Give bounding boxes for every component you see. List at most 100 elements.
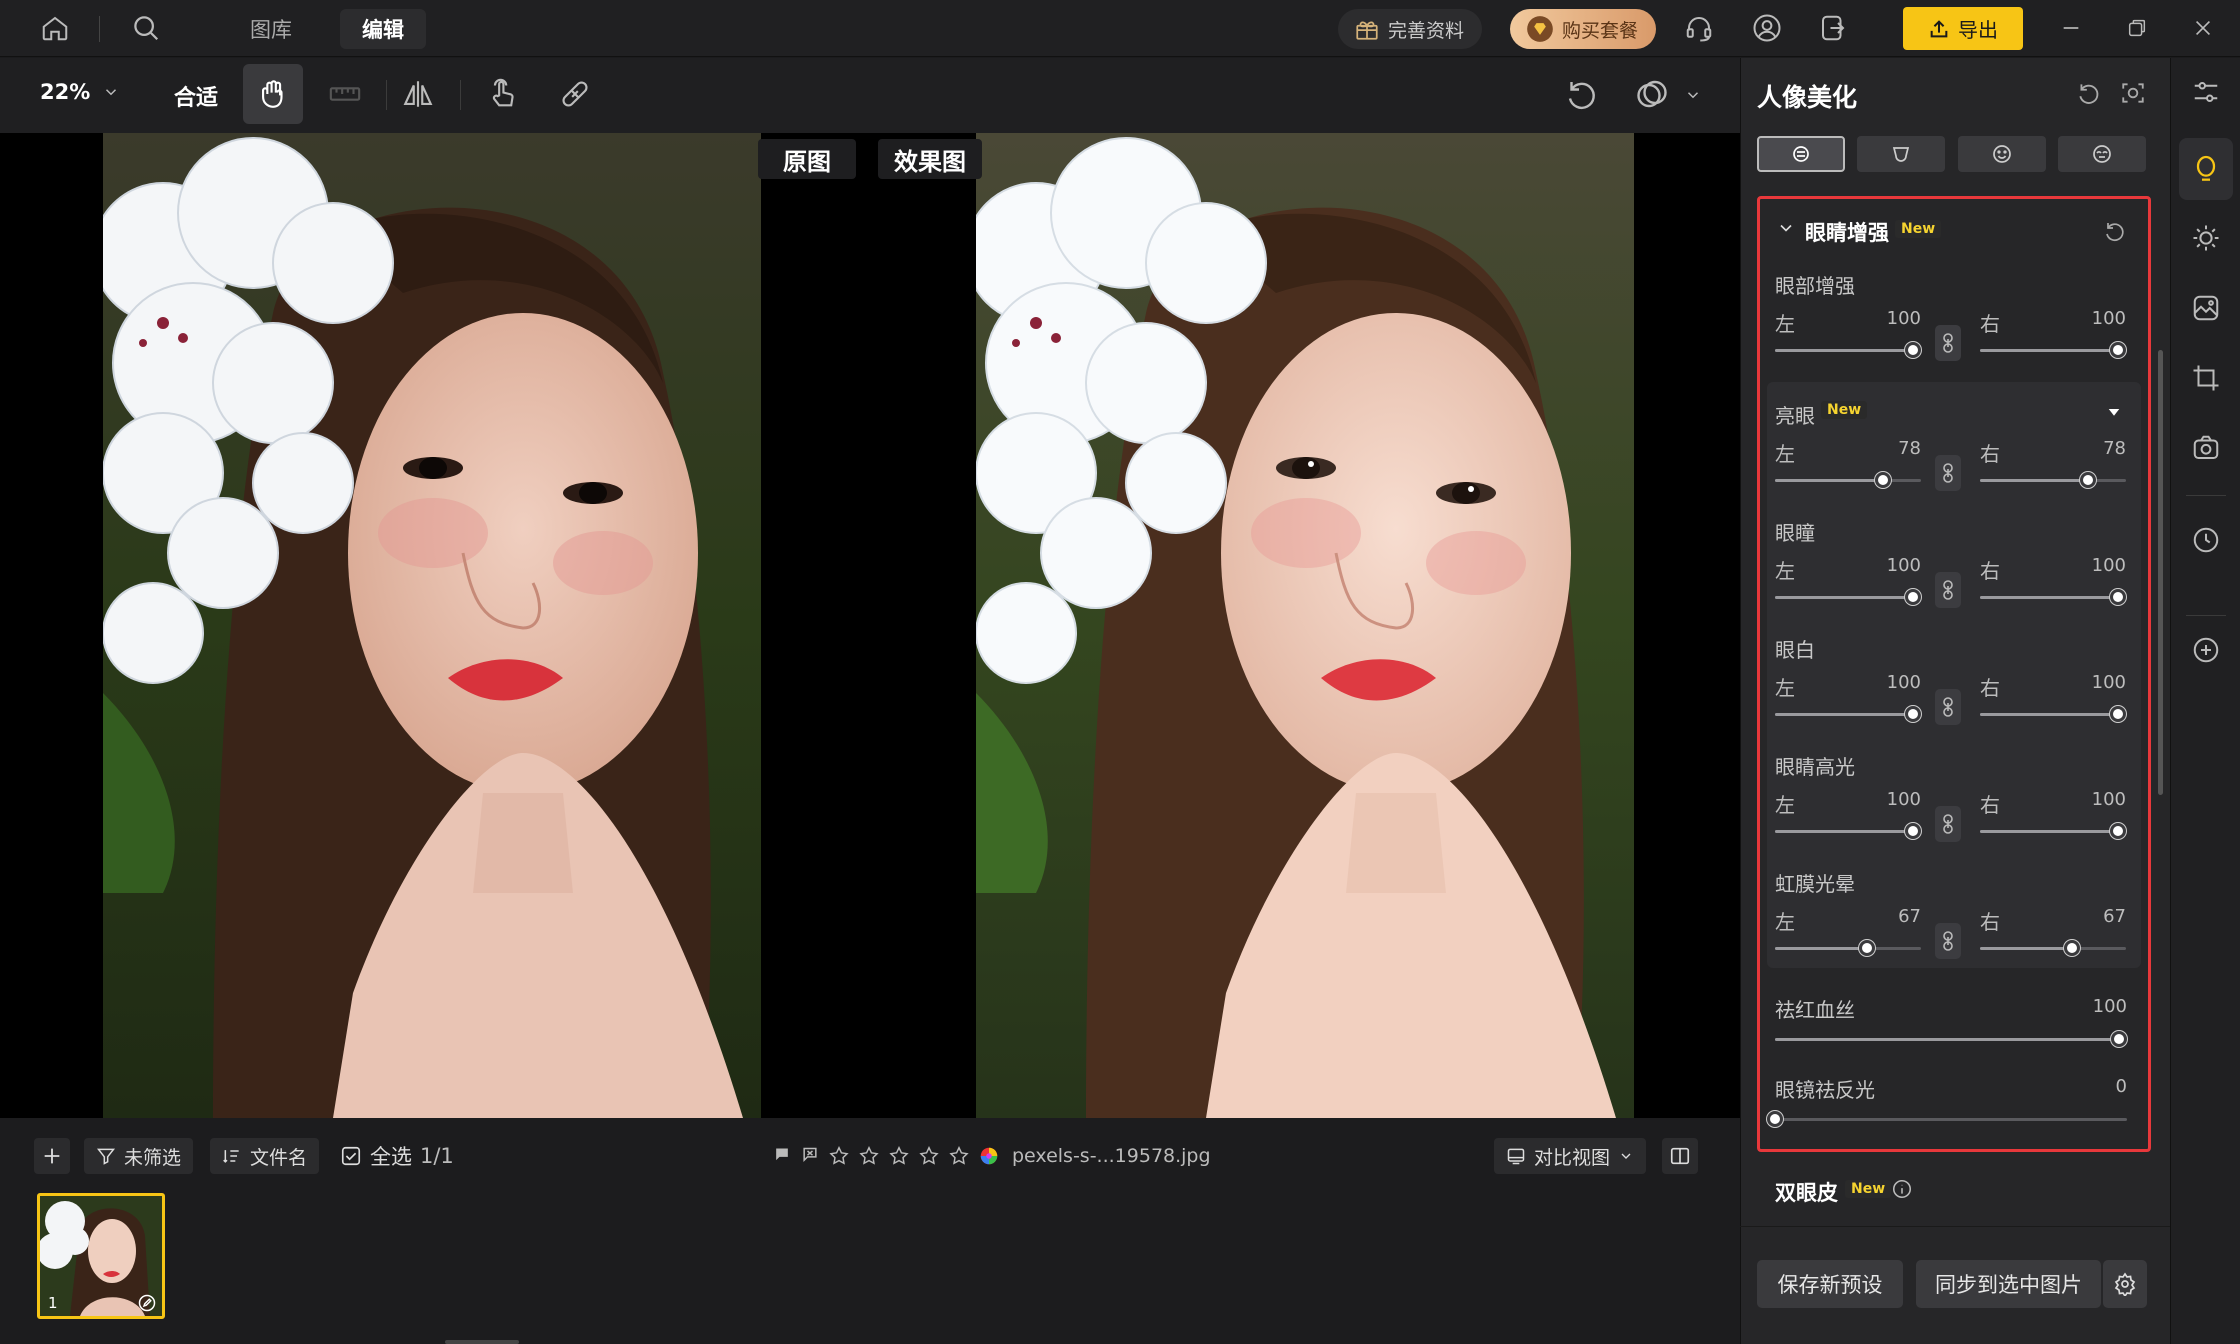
top-bar: 图库 编辑 完善资料 购买套餐 导出 xyxy=(0,0,2240,57)
left-slider-track[interactable] xyxy=(1775,830,1921,833)
slider-knob[interactable] xyxy=(1767,1111,1783,1127)
star-icon[interactable] xyxy=(888,1145,910,1167)
link-icon[interactable] xyxy=(1935,689,1961,725)
tab-library[interactable]: 图库 xyxy=(228,9,314,49)
reject-flag-icon[interactable] xyxy=(800,1146,820,1166)
history-icon[interactable] xyxy=(2186,520,2226,560)
right-slider-track[interactable] xyxy=(1980,349,2126,352)
user-icon[interactable] xyxy=(1748,9,1786,47)
hand-tool-icon[interactable] xyxy=(243,64,303,124)
right-slider-knob[interactable] xyxy=(2110,706,2126,722)
ruler-icon[interactable] xyxy=(315,64,375,124)
right-slider-knob[interactable] xyxy=(2110,589,2126,605)
sync-button[interactable]: 同步到选中图片 xyxy=(1916,1260,2101,1308)
slider-track[interactable] xyxy=(1775,1038,2127,1041)
left-slider-track[interactable] xyxy=(1775,479,1921,482)
restore-icon[interactable] xyxy=(2118,9,2156,47)
left-label: 左 xyxy=(1775,676,1795,700)
tab-edit[interactable]: 编辑 xyxy=(340,9,426,49)
camera-icon[interactable] xyxy=(2186,428,2226,468)
compare-view-button[interactable]: 对比视图 xyxy=(1494,1138,1647,1174)
link-icon[interactable] xyxy=(1935,455,1961,491)
link-icon[interactable] xyxy=(1935,572,1961,608)
tab-face[interactable] xyxy=(1757,136,1845,172)
panel-scrollbar[interactable] xyxy=(2158,350,2163,795)
adjust-sliders-icon[interactable] xyxy=(2186,72,2226,112)
flag-icon[interactable] xyxy=(772,1146,792,1166)
filmstrip-scrollbar[interactable] xyxy=(445,1340,519,1344)
left-slider-track[interactable] xyxy=(1775,596,1921,599)
color-label-icon[interactable] xyxy=(978,1145,1000,1167)
add-circle-icon[interactable] xyxy=(2186,630,2226,670)
complete-profile-button[interactable]: 完善资料 xyxy=(1338,9,1483,49)
right-slider-track[interactable] xyxy=(1980,713,2126,716)
left-slider-track[interactable] xyxy=(1775,947,1921,950)
link-icon[interactable] xyxy=(1935,325,1961,361)
edited-icon xyxy=(138,1294,156,1312)
tab-smile[interactable] xyxy=(1958,136,2046,172)
star-icon[interactable] xyxy=(918,1145,940,1167)
chevron-down-icon[interactable] xyxy=(1776,218,1796,238)
touch-icon[interactable] xyxy=(472,64,532,124)
tab-eyes[interactable] xyxy=(2058,136,2146,172)
home-icon[interactable] xyxy=(36,9,74,47)
select-all-checkbox[interactable]: 全选 1/1 xyxy=(340,1138,454,1174)
right-slider-knob[interactable] xyxy=(2110,823,2126,839)
chevron-down-icon[interactable] xyxy=(1684,86,1702,104)
star-icon[interactable] xyxy=(948,1145,970,1167)
left-slider-track[interactable] xyxy=(1775,349,1921,352)
left-slider-knob[interactable] xyxy=(1905,706,1921,722)
left-slider-track[interactable] xyxy=(1775,713,1921,716)
zoom-select[interactable]: 22% xyxy=(40,80,120,104)
mask-icon[interactable] xyxy=(1622,64,1682,124)
left-slider-knob[interactable] xyxy=(1905,589,1921,605)
right-slider-track[interactable] xyxy=(1980,830,2126,833)
right-slider-knob[interactable] xyxy=(2079,472,2096,488)
headset-icon[interactable] xyxy=(1680,9,1718,47)
buy-plan-button[interactable]: 购买套餐 xyxy=(1510,9,1657,49)
info-icon[interactable] xyxy=(1891,1178,1913,1200)
export-button[interactable]: 导出 xyxy=(1903,7,2023,50)
slider-track[interactable] xyxy=(1775,1118,2127,1121)
star-icon[interactable] xyxy=(828,1145,850,1167)
logout-icon[interactable] xyxy=(1814,9,1852,47)
split-view-icon[interactable] xyxy=(1662,1138,1698,1174)
left-slider-knob[interactable] xyxy=(1874,472,1891,488)
fit-button[interactable]: 合适 xyxy=(174,80,218,112)
close-icon[interactable] xyxy=(2184,9,2222,47)
add-icon[interactable] xyxy=(34,1138,70,1174)
light-icon[interactable] xyxy=(2186,218,2226,258)
slider-knob[interactable] xyxy=(2111,1031,2127,1047)
left-slider-knob[interactable] xyxy=(1905,823,1921,839)
image-canvas[interactable]: 原图 效果图 xyxy=(0,133,1740,1118)
minimize-icon[interactable] xyxy=(2052,9,2090,47)
thumbnail[interactable]: 1 xyxy=(37,1193,165,1319)
bandage-icon[interactable] xyxy=(545,64,605,124)
filter-button[interactable]: 未筛选 xyxy=(84,1138,194,1174)
right-slider-track[interactable] xyxy=(1980,596,2126,599)
face-scan-icon[interactable] xyxy=(2120,80,2146,106)
caret-down-icon[interactable] xyxy=(2105,403,2123,421)
right-slider-track[interactable] xyxy=(1980,947,2126,950)
link-icon[interactable] xyxy=(1935,923,1961,959)
image-adjust-icon[interactable] xyxy=(2186,288,2226,328)
save-preset-button[interactable]: 保存新预设 xyxy=(1757,1260,1903,1308)
right-slider-knob[interactable] xyxy=(2110,342,2126,358)
tab-makeup[interactable] xyxy=(1857,136,1945,172)
slider-name: 祛红血丝 xyxy=(1775,998,1855,1022)
right-slider-fill xyxy=(1980,830,2118,833)
crop-icon[interactable] xyxy=(2186,358,2226,398)
star-icon[interactable] xyxy=(858,1145,880,1167)
link-icon[interactable] xyxy=(1935,806,1961,842)
right-label: 右 xyxy=(1980,312,2000,336)
settings-icon[interactable] xyxy=(2103,1260,2147,1308)
portrait-tool-icon[interactable] xyxy=(2179,138,2233,200)
section-reset-icon[interactable] xyxy=(2103,219,2127,243)
right-slider-track[interactable] xyxy=(1980,479,2126,482)
sort-button[interactable]: 文件名 xyxy=(210,1138,320,1174)
undo-icon[interactable] xyxy=(1552,64,1612,124)
search-icon[interactable] xyxy=(127,9,165,47)
reset-icon[interactable] xyxy=(2076,80,2102,106)
flip-icon[interactable] xyxy=(388,64,448,124)
left-slider-knob[interactable] xyxy=(1905,342,1921,358)
